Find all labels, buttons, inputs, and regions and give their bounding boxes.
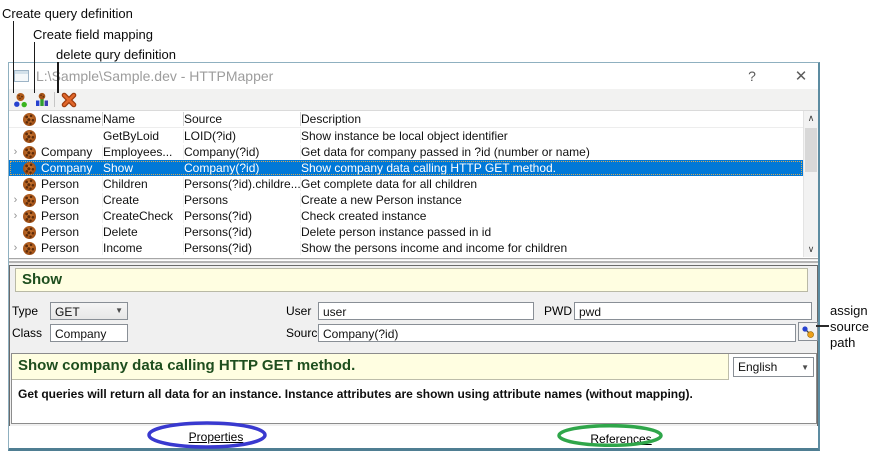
toolbar-separator: [54, 92, 55, 107]
query-icon: [23, 146, 36, 159]
toolbar: [9, 89, 818, 111]
query-icon: [23, 242, 36, 255]
query-icon: [23, 210, 36, 223]
close-button[interactable]: ✕: [784, 65, 818, 86]
httpmapper-window: L:\Sample\Sample.dev - HTTPMapper ? ✕: [8, 62, 820, 451]
column-header-source[interactable]: Source: [184, 112, 301, 126]
scroll-up-icon[interactable]: ∧: [804, 111, 818, 126]
table-row[interactable]: › Person Income Persons(?id) Show the pe…: [9, 240, 803, 256]
title-bar[interactable]: L:\Sample\Sample.dev - HTTPMapper ? ✕: [9, 63, 818, 89]
table-row[interactable]: › Company Employees... Company(?id) Get …: [9, 144, 803, 160]
expand-chevron-icon[interactable]: ›: [9, 210, 22, 223]
column-header-classname[interactable]: Classname: [41, 112, 103, 126]
expand-chevron-icon[interactable]: ›: [9, 194, 22, 207]
expand-chevron-icon[interactable]: ›: [9, 146, 22, 159]
table-row[interactable]: › Person Create Persons Create a new Per…: [9, 192, 803, 208]
type-label: Type: [12, 304, 38, 318]
query-icon: [23, 194, 36, 207]
assign-source-path-icon: [801, 325, 815, 339]
column-header-description[interactable]: Description: [301, 112, 803, 126]
user-input[interactable]: user: [318, 302, 534, 320]
language-select[interactable]: English ▼: [733, 357, 814, 377]
help-button[interactable]: ?: [735, 65, 769, 86]
column-header-name[interactable]: Name: [103, 112, 184, 126]
delete-x-icon: [61, 92, 77, 108]
table-row[interactable]: GetByLoid LOID(?id) Show instance be loc…: [9, 128, 803, 144]
query-list-header[interactable]: Classname Name Source Description: [9, 111, 803, 128]
callout-create-field-mapping: Create field mapping: [33, 27, 153, 42]
properties-highlight-ellipse: [146, 421, 268, 449]
query-icon: [23, 113, 36, 126]
table-row[interactable]: › Person CreateCheck Persons(?id) Check …: [9, 208, 803, 224]
query-icon: [23, 130, 36, 143]
callout-create-query-definition: Create query definition: [2, 6, 133, 21]
callout-line: [13, 21, 14, 93]
scrollbar-thumb[interactable]: [805, 128, 817, 172]
table-row-selected[interactable]: Company Show Company(?id) Show company d…: [9, 160, 803, 176]
horizontal-splitter[interactable]: [9, 257, 818, 265]
table-row[interactable]: Person Delete Persons(?id) Delete person…: [9, 224, 803, 240]
callout-line: [816, 325, 829, 327]
description-title: Show company data calling HTTP GET metho…: [12, 354, 729, 380]
class-input[interactable]: Company: [50, 324, 128, 342]
user-label: User: [286, 304, 311, 318]
query-list: Classname Name Source Description GetByL…: [9, 111, 803, 257]
query-icon: [23, 226, 36, 239]
delete-query-definition-button[interactable]: [58, 90, 79, 110]
assign-source-path-button[interactable]: [798, 322, 818, 341]
callout-assign-source-path: assign source path: [830, 303, 872, 351]
create-query-icon: [13, 92, 29, 108]
query-icon: [23, 162, 36, 175]
detail-title: Show: [15, 268, 808, 292]
pwd-label: PWD: [544, 304, 572, 318]
callout-line: [57, 62, 59, 93]
description-body: Get queries will return all data for an …: [18, 387, 808, 401]
chevron-down-icon: ▼: [801, 363, 809, 372]
pwd-input[interactable]: pwd: [574, 302, 812, 320]
expand-chevron-icon[interactable]: ›: [9, 242, 22, 255]
description-panel: Show company data calling HTTP GET metho…: [11, 353, 817, 424]
screenshot-root: Create query definition Create field map…: [0, 0, 872, 461]
references-highlight-ellipse: [556, 424, 664, 447]
detail-panel: Show Type GET ▼ Class Company User user …: [9, 265, 818, 426]
class-label: Class: [12, 326, 42, 340]
scroll-down-icon[interactable]: ∨: [804, 242, 818, 257]
table-row[interactable]: Person Children Persons(?id).childre... …: [9, 176, 803, 192]
create-field-mapping-icon: [34, 92, 50, 108]
callout-delete-query-definition: delete qury definition: [56, 47, 176, 62]
window-title: L:\Sample\Sample.dev - HTTPMapper: [36, 68, 273, 84]
query-icon: [23, 178, 36, 191]
type-select[interactable]: GET ▼: [50, 302, 128, 320]
chevron-down-icon: ▼: [115, 306, 123, 315]
app-window-icon: [14, 70, 29, 82]
vertical-scrollbar[interactable]: ∧ ∨: [803, 111, 818, 257]
callout-line: [34, 42, 35, 93]
source-input[interactable]: Company(?id): [318, 324, 796, 342]
